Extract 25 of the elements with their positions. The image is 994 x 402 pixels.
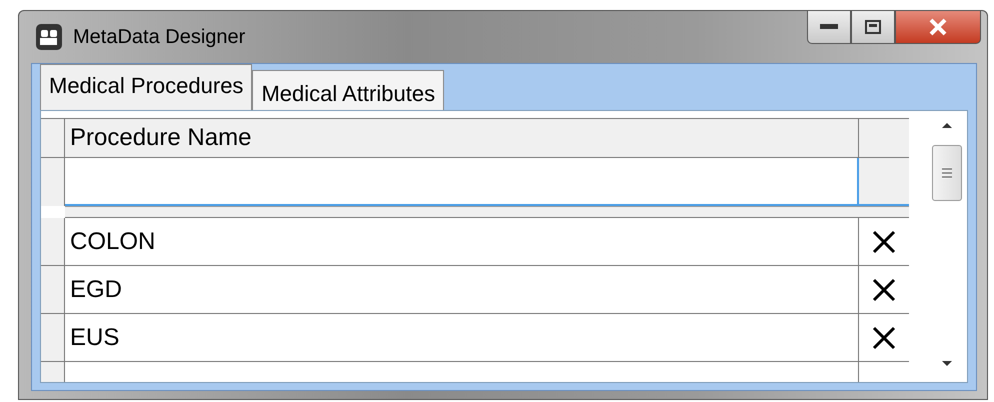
row-header[interactable] bbox=[41, 266, 65, 313]
scroll-up-icon[interactable] bbox=[940, 121, 954, 129]
table-cell: COLON bbox=[65, 218, 860, 265]
tab[interactable]: Medical Procedures bbox=[40, 64, 252, 110]
minimize-icon bbox=[820, 24, 838, 30]
scrollbar-thumb[interactable] bbox=[932, 145, 962, 201]
window-title: MetaData Designer bbox=[73, 25, 246, 50]
maximize-button[interactable] bbox=[851, 10, 895, 44]
table-cell: EUS bbox=[65, 314, 860, 361]
table-cell: EGD bbox=[65, 266, 860, 313]
row-header[interactable] bbox=[41, 158, 65, 206]
close-button[interactable] bbox=[895, 10, 981, 44]
tab[interactable]: Medical Attributes bbox=[252, 70, 444, 110]
minimize-button[interactable] bbox=[807, 10, 851, 44]
delete-icon[interactable] bbox=[871, 276, 898, 302]
new-row-input[interactable] bbox=[65, 158, 860, 206]
scroll-down-icon[interactable] bbox=[940, 360, 954, 368]
row-header[interactable] bbox=[41, 362, 65, 382]
delete-icon[interactable] bbox=[871, 324, 898, 350]
row-header[interactable] bbox=[41, 314, 65, 361]
close-icon bbox=[928, 18, 948, 36]
delete-icon[interactable] bbox=[871, 228, 898, 254]
app-icon bbox=[35, 23, 63, 51]
row-header[interactable] bbox=[41, 218, 65, 265]
maximize-icon bbox=[865, 20, 881, 34]
